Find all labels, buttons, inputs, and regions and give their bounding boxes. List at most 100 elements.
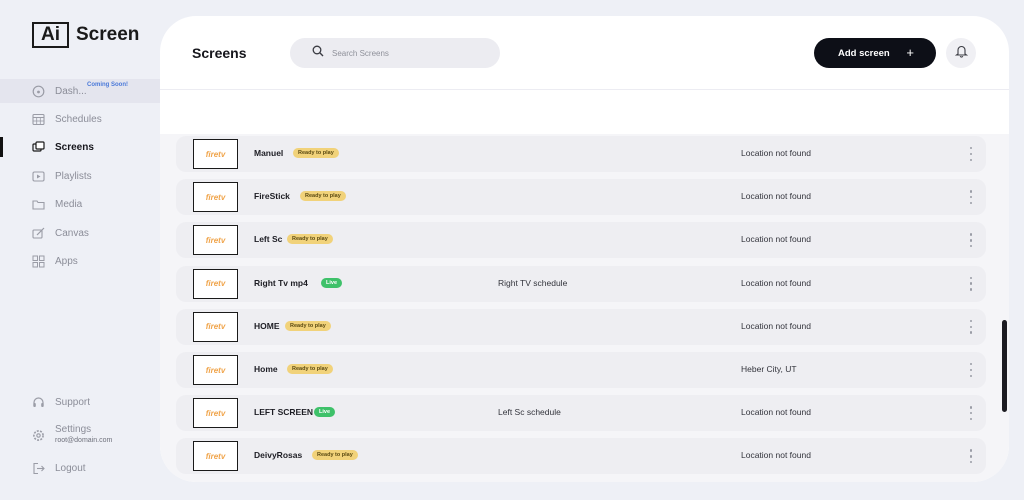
screen-location: Location not found bbox=[741, 407, 811, 418]
screen-location: Location not found bbox=[741, 450, 811, 461]
user-email: root@domain.com bbox=[55, 437, 113, 444]
screen-location: Location not found bbox=[741, 277, 811, 288]
filter-band bbox=[160, 90, 1009, 134]
screen-row[interactable]: firetv Manuel Ready to play Location not… bbox=[176, 136, 986, 172]
screens-icon bbox=[31, 140, 45, 154]
screen-row[interactable]: firetv Left Sc Ready to play Location no… bbox=[176, 222, 986, 259]
notifications-button[interactable] bbox=[946, 38, 976, 68]
more-options-icon[interactable] bbox=[968, 233, 974, 248]
device-thumbnail: firetv bbox=[193, 225, 238, 256]
schedule-icon bbox=[31, 112, 45, 126]
status-badge: Ready to play bbox=[287, 234, 333, 245]
sidebar-item-canvas[interactable]: Canvas bbox=[0, 221, 160, 245]
scrollbar[interactable] bbox=[1002, 320, 1007, 412]
logo-mark: Ai bbox=[32, 22, 69, 48]
screen-list: firetv Manuel Ready to play Location not… bbox=[160, 134, 1009, 482]
page-title: Screens bbox=[192, 45, 247, 61]
plus-icon: + bbox=[906, 45, 914, 60]
header: Screens Add screen + bbox=[160, 16, 1009, 90]
more-options-icon[interactable] bbox=[968, 147, 974, 161]
more-options-icon[interactable] bbox=[968, 190, 974, 205]
screen-name: FireStick bbox=[254, 191, 290, 202]
add-screen-button[interactable]: Add screen + bbox=[814, 38, 936, 68]
screen-location: Location not found bbox=[741, 148, 811, 158]
search-bar[interactable] bbox=[290, 38, 500, 68]
apps-icon bbox=[31, 254, 45, 268]
sidebar-item-label: Logout bbox=[55, 462, 86, 474]
sidebar-item-schedules[interactable]: Schedules bbox=[0, 107, 160, 131]
screen-name: HOME bbox=[254, 320, 280, 331]
status-badge: Ready to play bbox=[300, 191, 346, 202]
more-options-icon[interactable] bbox=[968, 406, 974, 421]
screen-row[interactable]: firetv Home Ready to play Heber City, UT bbox=[176, 352, 986, 388]
logout-icon bbox=[31, 461, 45, 475]
firetv-logo: firetv bbox=[205, 192, 226, 202]
firetv-logo: firetv bbox=[205, 365, 226, 375]
more-options-icon[interactable] bbox=[968, 449, 974, 464]
sidebar-item-media[interactable]: Media bbox=[0, 192, 160, 216]
sidebar-item-settings[interactable]: Settings root@domain.com bbox=[0, 422, 160, 448]
screen-name: LEFT SCREEN bbox=[254, 407, 314, 418]
sidebar-item-label: Apps bbox=[55, 255, 78, 267]
gear-icon bbox=[31, 428, 45, 442]
device-thumbnail: firetv bbox=[193, 441, 238, 472]
screen-location: Heber City, UT bbox=[741, 364, 797, 374]
screen-name: Right Tv mp4 bbox=[254, 277, 308, 288]
screen-row[interactable]: firetv HOME Ready to play Location not f… bbox=[176, 308, 986, 345]
sidebar-item-support[interactable]: Support bbox=[0, 390, 160, 414]
more-options-icon[interactable] bbox=[968, 319, 974, 334]
screen-row[interactable]: firetv FireStick Ready to play Location … bbox=[176, 179, 986, 216]
device-thumbnail: firetv bbox=[193, 311, 238, 342]
canvas-icon bbox=[31, 226, 45, 240]
screen-row[interactable]: firetv Right Tv mp4 Live Right TV schedu… bbox=[176, 265, 986, 302]
dashboard-icon bbox=[31, 84, 45, 98]
headset-icon bbox=[31, 395, 45, 409]
device-thumbnail: firetv bbox=[193, 182, 238, 213]
search-input[interactable] bbox=[332, 48, 482, 58]
screen-name: Manuel bbox=[254, 148, 284, 158]
firetv-logo: firetv bbox=[205, 149, 226, 159]
status-badge: Live bbox=[321, 277, 343, 288]
sidebar-item-dashboard[interactable]: Dash... Coming Soon! bbox=[0, 79, 160, 103]
app-logo[interactable]: Ai Screen bbox=[32, 22, 139, 48]
logo-text: Screen bbox=[76, 24, 140, 45]
device-thumbnail: firetv bbox=[193, 268, 238, 299]
status-badge: Ready to play bbox=[287, 364, 333, 374]
screen-row[interactable]: firetv LEFT SCREEN Live Left Sc schedule… bbox=[176, 395, 986, 432]
screen-name: Home bbox=[254, 364, 278, 374]
more-options-icon[interactable] bbox=[968, 276, 974, 291]
sidebar-item-logout[interactable]: Logout bbox=[0, 456, 160, 480]
sidebar-item-screens[interactable]: Screens bbox=[0, 135, 160, 159]
screen-schedule[interactable]: Right TV schedule bbox=[498, 278, 567, 288]
sidebar-item-label: Media bbox=[55, 198, 83, 210]
firetv-logo: firetv bbox=[205, 322, 226, 332]
status-badge: Ready to play bbox=[285, 320, 331, 331]
screen-name: DeivyRosas bbox=[254, 450, 303, 461]
screen-location: Location not found bbox=[741, 191, 811, 202]
more-options-icon[interactable] bbox=[968, 363, 974, 377]
bell-icon bbox=[954, 44, 968, 63]
status-badge: Ready to play bbox=[293, 148, 339, 158]
settings-label: Settings bbox=[55, 424, 92, 435]
device-thumbnail: firetv bbox=[193, 355, 238, 385]
screen-row[interactable]: firetv DeivyRosas Ready to play Location… bbox=[176, 438, 986, 475]
add-screen-label: Add screen bbox=[838, 47, 890, 59]
search-icon bbox=[312, 44, 324, 62]
sidebar: Ai Screen Dash... Coming Soon! Schedules… bbox=[0, 0, 160, 500]
firetv-logo: firetv bbox=[205, 279, 226, 289]
firetv-logo: firetv bbox=[205, 235, 226, 245]
sidebar-item-label: Canvas bbox=[55, 227, 89, 239]
sidebar-item-playlists[interactable]: Playlists bbox=[0, 164, 160, 188]
sidebar-item-apps[interactable]: Apps bbox=[0, 249, 160, 273]
main-panel: Screens Add screen + firetv Manuel Ready… bbox=[160, 16, 1009, 482]
sidebar-item-label: Dash... bbox=[55, 85, 87, 97]
playlist-icon bbox=[31, 169, 45, 183]
screen-schedule[interactable]: Left Sc schedule bbox=[498, 407, 561, 417]
firetv-logo: firetv bbox=[205, 451, 226, 461]
device-thumbnail: firetv bbox=[193, 139, 238, 169]
sidebar-item-label: Schedules bbox=[55, 113, 102, 125]
folder-icon bbox=[31, 197, 45, 211]
status-badge: Ready to play bbox=[312, 450, 358, 461]
coming-soon-badge: Coming Soon! bbox=[87, 82, 128, 88]
firetv-logo: firetv bbox=[205, 408, 226, 418]
